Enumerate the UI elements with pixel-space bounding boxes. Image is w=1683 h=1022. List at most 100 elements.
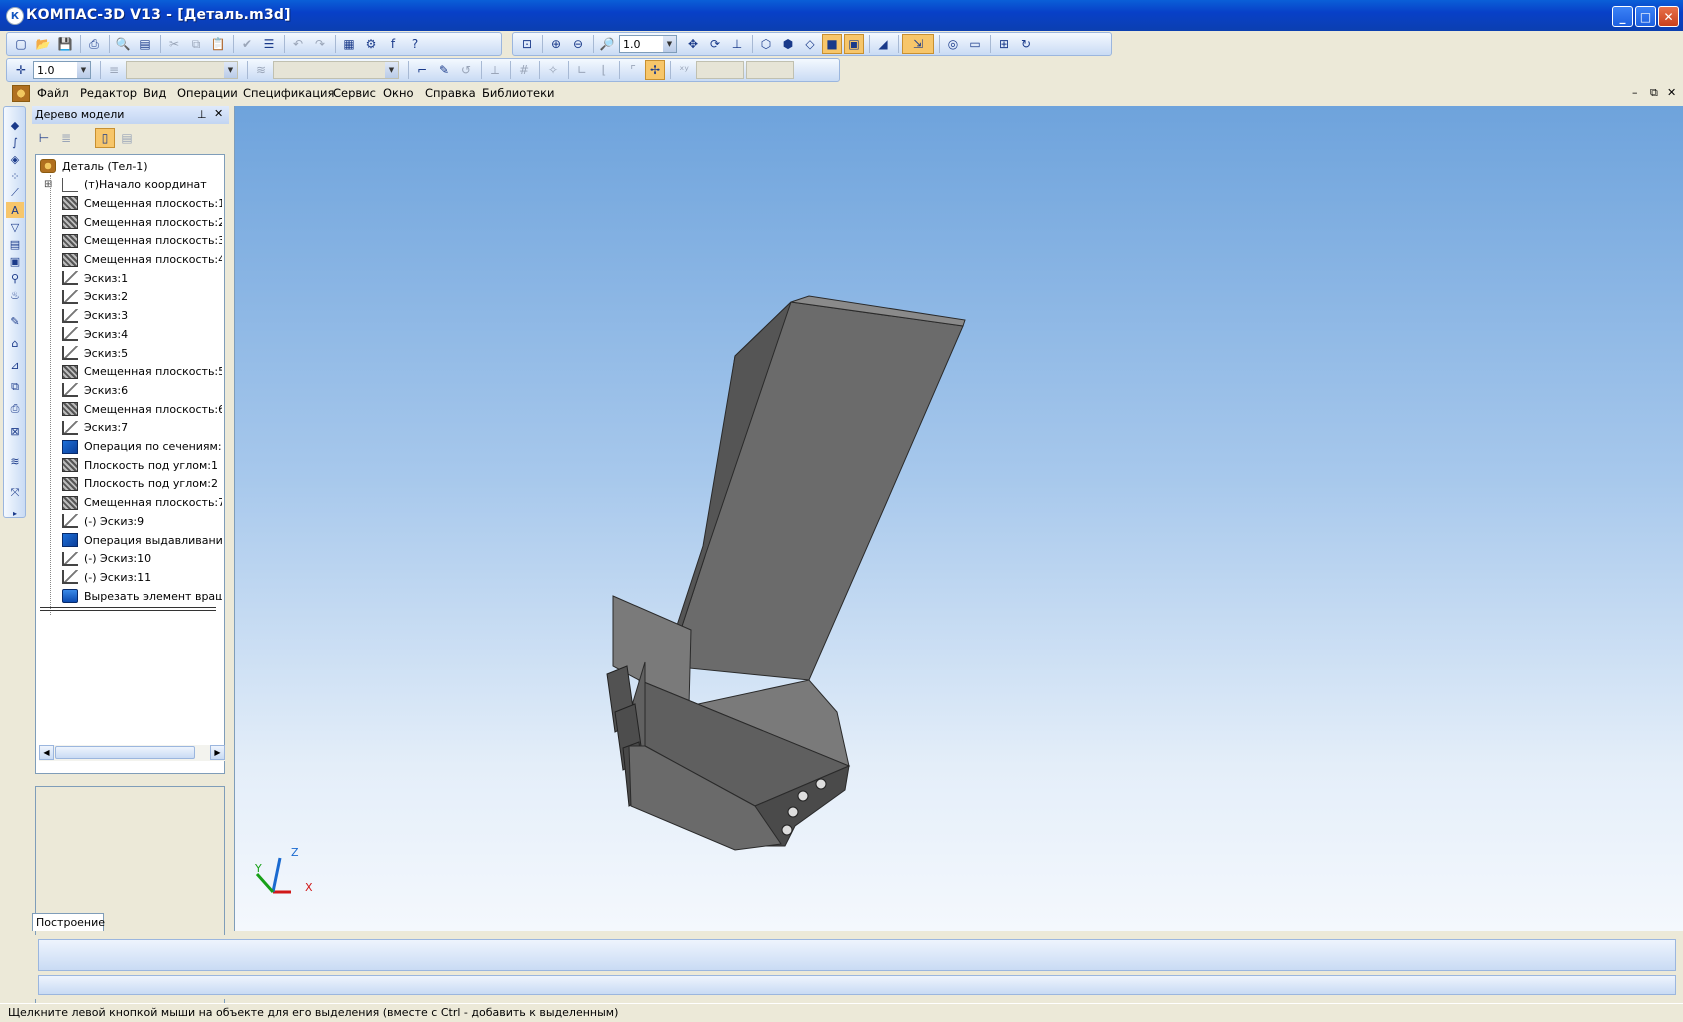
style-combo[interactable]: ▼ <box>273 61 399 79</box>
filter-tool-icon[interactable]: ▽ <box>6 219 24 235</box>
tree-item[interactable]: Эскиз:6 <box>62 381 128 399</box>
tree-item[interactable]: Эскиз:4 <box>62 325 128 343</box>
rotate-icon[interactable]: ⟳ <box>705 34 725 54</box>
tree-view-icon[interactable]: ▯ <box>95 128 115 148</box>
menu-editor[interactable]: Редактор <box>80 86 137 100</box>
new-file-icon[interactable]: ▢ <box>11 34 31 54</box>
step-icon[interactable]: ✛ <box>11 60 31 80</box>
filter-icon[interactable]: ⇲ <box>902 34 934 54</box>
mdi-restore-icon[interactable]: ⧉ <box>1650 86 1658 100</box>
chevron-down-icon[interactable]: ▼ <box>663 36 676 52</box>
variables-icon[interactable]: ◎ <box>943 34 963 54</box>
model-canvas[interactable]: X Z Y <box>235 106 1683 931</box>
spec-icon[interactable]: ▤ <box>6 236 24 252</box>
surface-tool-icon[interactable]: ≋ <box>6 453 24 469</box>
layers-icon[interactable]: ▦ <box>339 34 359 54</box>
select-tool-icon[interactable]: ⤧ <box>6 485 24 501</box>
scroll-left-icon[interactable]: ◀ <box>39 745 54 760</box>
layer-combo[interactable]: ▼ <box>126 61 238 79</box>
help-pointer-icon[interactable]: ? <box>405 34 425 54</box>
step-combo[interactable]: 1.0 ▼ <box>33 61 91 79</box>
chevron-down-icon[interactable]: ▼ <box>77 62 90 78</box>
reorder-icon[interactable]: ↺ <box>456 60 476 80</box>
measure-tool-icon[interactable]: ⊠ <box>6 423 24 439</box>
copy-icon[interactable]: ⧉ <box>186 34 206 54</box>
tree-item[interactable]: (-) Эскиз:11 <box>62 568 151 586</box>
redo-icon[interactable]: ↷ <box>310 34 330 54</box>
tree-structure-icon[interactable]: ⊢ <box>34 128 54 148</box>
close-button[interactable]: ✕ <box>1658 6 1679 27</box>
tree-item[interactable]: Эскиз:2 <box>62 288 128 306</box>
zoom-combo[interactable]: 1.0 ▼ <box>619 35 677 53</box>
scroll-right-icon[interactable]: ▶ <box>210 745 225 760</box>
aux-geometry-icon[interactable]: ⟋ <box>6 185 24 201</box>
shaded-icon[interactable]: ■ <box>822 34 842 54</box>
sheet-metal-icon[interactable]: ♨ <box>6 287 24 303</box>
tree-item[interactable]: Плоскость под углом:1 <box>62 456 218 474</box>
curves-icon[interactable]: ∫ <box>6 134 24 150</box>
grid-icon[interactable]: # <box>514 60 534 80</box>
manager-icon[interactable]: ▤ <box>135 34 155 54</box>
menu-view[interactable]: Вид <box>143 86 166 100</box>
reports-icon[interactable]: ▣ <box>6 253 24 269</box>
menu-operations[interactable]: Операции <box>177 86 238 100</box>
tree-item[interactable]: Эскиз:5 <box>62 344 128 362</box>
tree-item[interactable]: Смещенная плоскость:6 <box>62 400 222 418</box>
3d-viewport[interactable]: X Z Y <box>234 106 1683 931</box>
tab-build[interactable]: Построение <box>32 913 105 931</box>
zoom-out-icon[interactable]: ⊖ <box>568 34 588 54</box>
library-icon[interactable]: ⚙ <box>361 34 381 54</box>
zoom-window-icon[interactable]: ⊡ <box>517 34 537 54</box>
chevron-down-icon[interactable]: ▼ <box>224 62 237 78</box>
round-icon[interactable]: ⌜ <box>623 60 643 80</box>
tree-item[interactable]: (-) Эскиз:9 <box>62 512 144 530</box>
tree-item[interactable]: Смещенная плоскость:5 <box>62 363 222 381</box>
menu-libraries[interactable]: Библиотеки <box>482 86 555 100</box>
wireframe-icon[interactable]: ⬡ <box>756 34 776 54</box>
open-file-icon[interactable]: 📂 <box>33 34 53 54</box>
shaded-edges-icon[interactable]: ▣ <box>844 34 864 54</box>
expand-icon[interactable]: ⊞ <box>44 179 52 190</box>
tree-item[interactable]: Эскиз:7 <box>62 419 128 437</box>
pan-icon[interactable]: ✥ <box>683 34 703 54</box>
mdi-close-icon[interactable]: ✕ <box>1667 86 1676 99</box>
edit-sketch-icon[interactable]: ✎ <box>434 60 454 80</box>
menu-service[interactable]: Сервис <box>333 86 376 100</box>
maximize-button[interactable]: □ <box>1635 6 1656 27</box>
save-icon[interactable]: 💾 <box>55 34 75 54</box>
properties-icon[interactable]: ✔ <box>237 34 257 54</box>
tree-sort-icon[interactable]: ≣ <box>56 128 76 148</box>
plane-normal-icon[interactable]: ⟂ <box>485 60 505 80</box>
tree-item[interactable]: ⊞ (т)Начало координат <box>44 176 207 194</box>
tree-item[interactable]: Смещенная плоскость:3 <box>62 232 222 250</box>
copy-tool-icon[interactable]: ⧉ <box>6 379 24 395</box>
menu-help[interactable]: Справка <box>425 86 476 100</box>
preview-icon[interactable]: 🔍 <box>113 34 133 54</box>
print-icon[interactable]: ⎙ <box>84 34 104 54</box>
sketch-mode-icon[interactable]: ⌐ <box>412 60 432 80</box>
mdi-minimize-icon[interactable]: – <box>1632 86 1638 99</box>
tree-item[interactable]: Эскиз:3 <box>62 307 128 325</box>
local-cs-icon[interactable]: ∟ <box>572 60 592 80</box>
surfaces-icon[interactable]: ◈ <box>6 151 24 167</box>
chevron-down-icon[interactable]: ▼ <box>385 62 398 78</box>
zoom-in-icon[interactable]: ⊕ <box>546 34 566 54</box>
sketch-tools-icon[interactable]: A <box>6 202 24 218</box>
menu-specification[interactable]: Спецификация <box>243 86 334 100</box>
param-icon[interactable]: ⌂ <box>6 335 24 351</box>
coord-y-field[interactable] <box>746 61 794 79</box>
menu-file[interactable]: Файл <box>37 86 69 100</box>
tree-item[interactable]: Операция по сечениям:1 <box>62 438 222 456</box>
list-icon[interactable]: ☰ <box>259 34 279 54</box>
tree-item[interactable]: Смещенная плоскость:4 <box>62 251 222 269</box>
tree-export-icon[interactable]: ▤ <box>117 128 137 148</box>
tree-item[interactable]: Смещенная плоскость:1 <box>62 194 222 212</box>
perspective-icon[interactable]: ◢ <box>873 34 893 54</box>
tree-item[interactable]: Эскиз:1 <box>62 269 128 287</box>
undo-icon[interactable]: ↶ <box>288 34 308 54</box>
pin-icon[interactable]: ⊥ <box>197 108 207 121</box>
function-icon[interactable]: f <box>383 34 403 54</box>
panel-close-icon[interactable]: ✕ <box>214 107 223 120</box>
tree-item[interactable]: (-) Эскиз:10 <box>62 550 151 568</box>
tree-item[interactable]: Вырезать элемент вращения <box>62 587 222 605</box>
